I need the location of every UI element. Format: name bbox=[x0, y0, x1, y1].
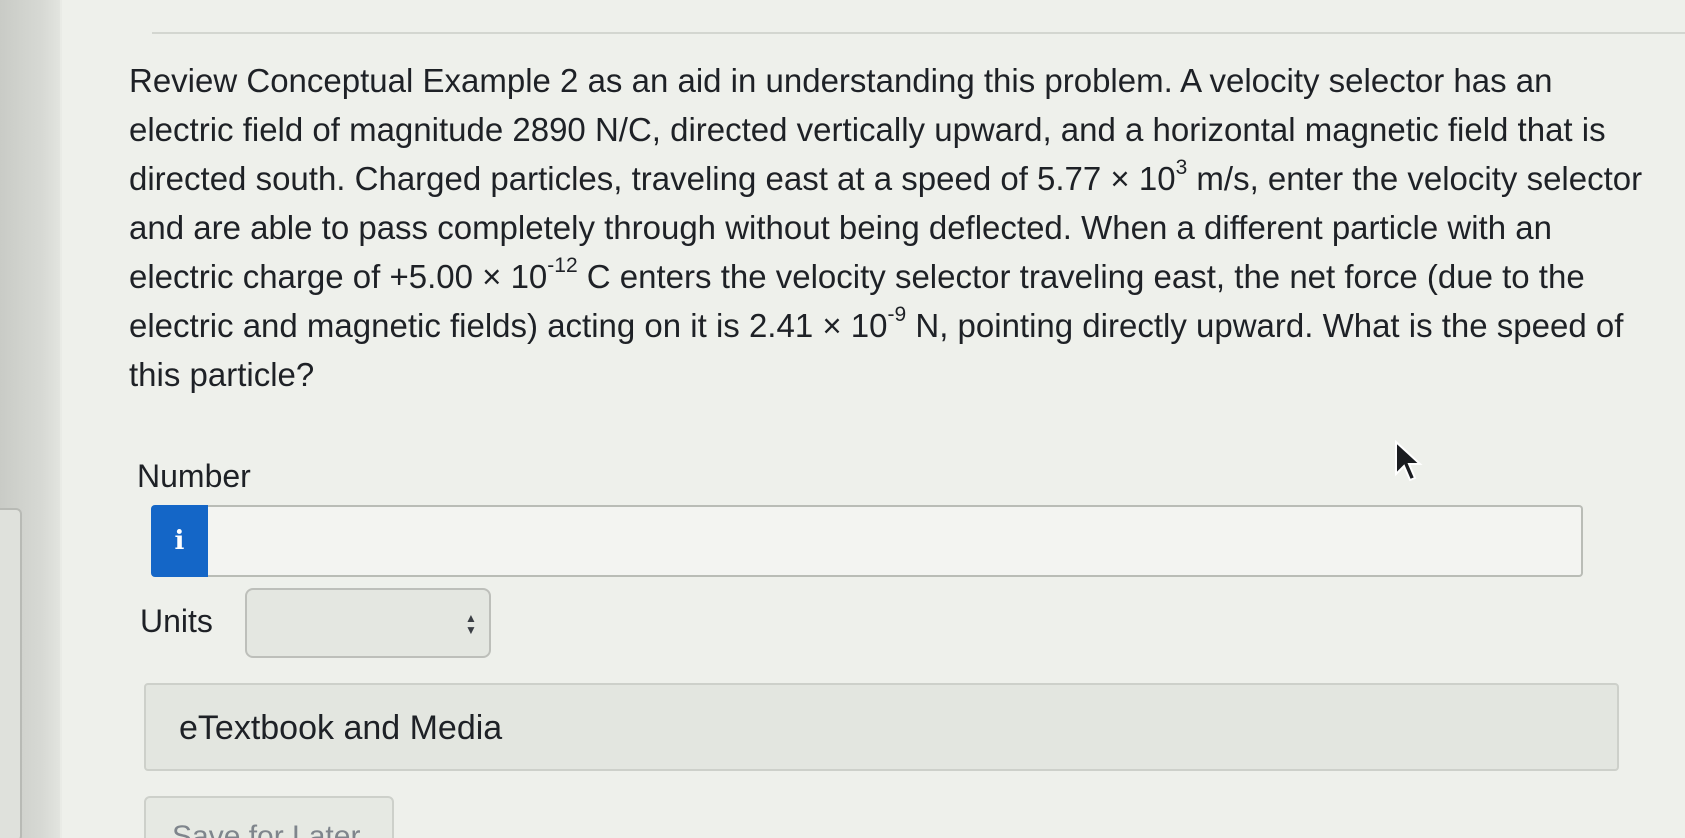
updown-arrows-icon: ▲ ▼ bbox=[465, 611, 477, 637]
top-divider bbox=[152, 32, 1685, 34]
number-answer-row: i bbox=[151, 505, 1583, 577]
exponent-charge: -12 bbox=[547, 254, 578, 277]
save-for-later-button[interactable]: Save for Later bbox=[144, 796, 394, 838]
mouse-pointer-icon bbox=[1395, 440, 1423, 482]
etextbook-panel[interactable]: eTextbook and Media bbox=[144, 683, 1619, 771]
info-icon[interactable]: i bbox=[151, 505, 208, 577]
exponent-force: -9 bbox=[887, 303, 907, 326]
number-label: Number bbox=[137, 458, 251, 494]
units-label: Units bbox=[140, 603, 213, 639]
number-input[interactable] bbox=[208, 505, 1583, 577]
left-side-tab bbox=[0, 508, 22, 838]
save-for-later-label: Save for Later bbox=[172, 820, 361, 838]
question-page: Review Conceptual Example 2 as an aid in… bbox=[62, 0, 1685, 838]
question-text: Review Conceptual Example 2 as an aid in… bbox=[129, 56, 1649, 399]
etextbook-label: eTextbook and Media bbox=[179, 709, 503, 747]
units-select[interactable]: ▲ ▼ bbox=[245, 588, 491, 658]
exponent-speed: 3 bbox=[1175, 156, 1188, 179]
